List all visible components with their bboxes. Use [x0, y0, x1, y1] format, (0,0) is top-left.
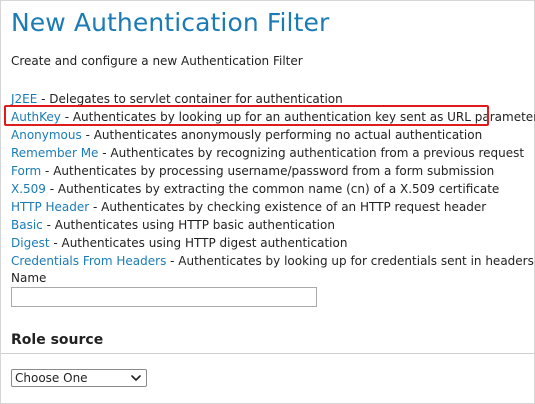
filter-item-j2ee: J2EE - Delegates to servlet container fo…	[11, 90, 535, 108]
filter-type-list: J2EE - Delegates to servlet container fo…	[11, 90, 535, 270]
filter-link-remember-me[interactable]: Remember Me	[11, 146, 98, 160]
filter-item-anonymous: Anonymous - Authenticates anonymously pe…	[11, 126, 535, 144]
filter-item-digest: Digest - Authenticates using HTTP digest…	[11, 234, 535, 252]
filter-item-x509: X.509 - Authenticates by extracting the …	[11, 180, 535, 198]
filter-link-http-header[interactable]: HTTP Header	[11, 200, 89, 214]
section-divider	[1, 353, 534, 354]
page-subtitle: Create and configure a new Authenticatio…	[11, 54, 303, 68]
filter-item-authkey: AuthKey - Authenticates by looking up fo…	[11, 108, 535, 126]
filter-desc: - Authenticates anonymously performing n…	[81, 128, 483, 142]
filter-desc: - Authenticates using HTTP basic authent…	[42, 218, 335, 232]
filter-link-j2ee[interactable]: J2EE	[11, 92, 37, 106]
filter-item-http-header: HTTP Header - Authenticates by checking …	[11, 198, 535, 216]
role-source-select[interactable]: Choose One	[11, 369, 147, 387]
filter-item-remember-me: Remember Me - Authenticates by recognizi…	[11, 144, 535, 162]
filter-link-credentials-from-headers[interactable]: Credentials From Headers	[11, 254, 166, 268]
filter-desc: - Authenticates by looking up for an aut…	[60, 110, 535, 124]
filter-desc: - Authenticates by checking existence of…	[89, 200, 487, 214]
role-source-title: Role source	[11, 332, 104, 348]
page-title: New Authentication Filter	[11, 8, 330, 37]
filter-item-credentials-from-headers: Credentials From Headers - Authenticates…	[11, 252, 535, 270]
filter-desc: - Authenticates by looking up for creden…	[166, 254, 534, 268]
chevron-down-icon	[129, 371, 143, 385]
filter-link-x509[interactable]: X.509	[11, 182, 46, 196]
filter-desc: - Authenticates by processing username/p…	[41, 164, 495, 178]
name-input[interactable]	[11, 287, 317, 307]
filter-link-basic[interactable]: Basic	[11, 218, 43, 232]
filter-desc: - Authenticates using HTTP digest authen…	[49, 236, 348, 250]
filter-desc: - Authenticates by extracting the common…	[45, 182, 500, 196]
filter-item-basic: Basic - Authenticates using HTTP basic a…	[11, 216, 535, 234]
filter-item-form: Form - Authenticates by processing usern…	[11, 162, 535, 180]
filter-link-anonymous[interactable]: Anonymous	[11, 128, 82, 142]
filter-desc: - Delegates to servlet container for aut…	[37, 92, 343, 106]
filter-link-authkey[interactable]: AuthKey	[11, 110, 61, 124]
role-source-selected-value: Choose One	[15, 371, 88, 385]
filter-link-form[interactable]: Form	[11, 164, 41, 178]
filter-desc: - Authenticates by recognizing authentic…	[98, 146, 525, 160]
name-label: Name	[11, 271, 47, 285]
filter-link-digest[interactable]: Digest	[11, 236, 50, 250]
